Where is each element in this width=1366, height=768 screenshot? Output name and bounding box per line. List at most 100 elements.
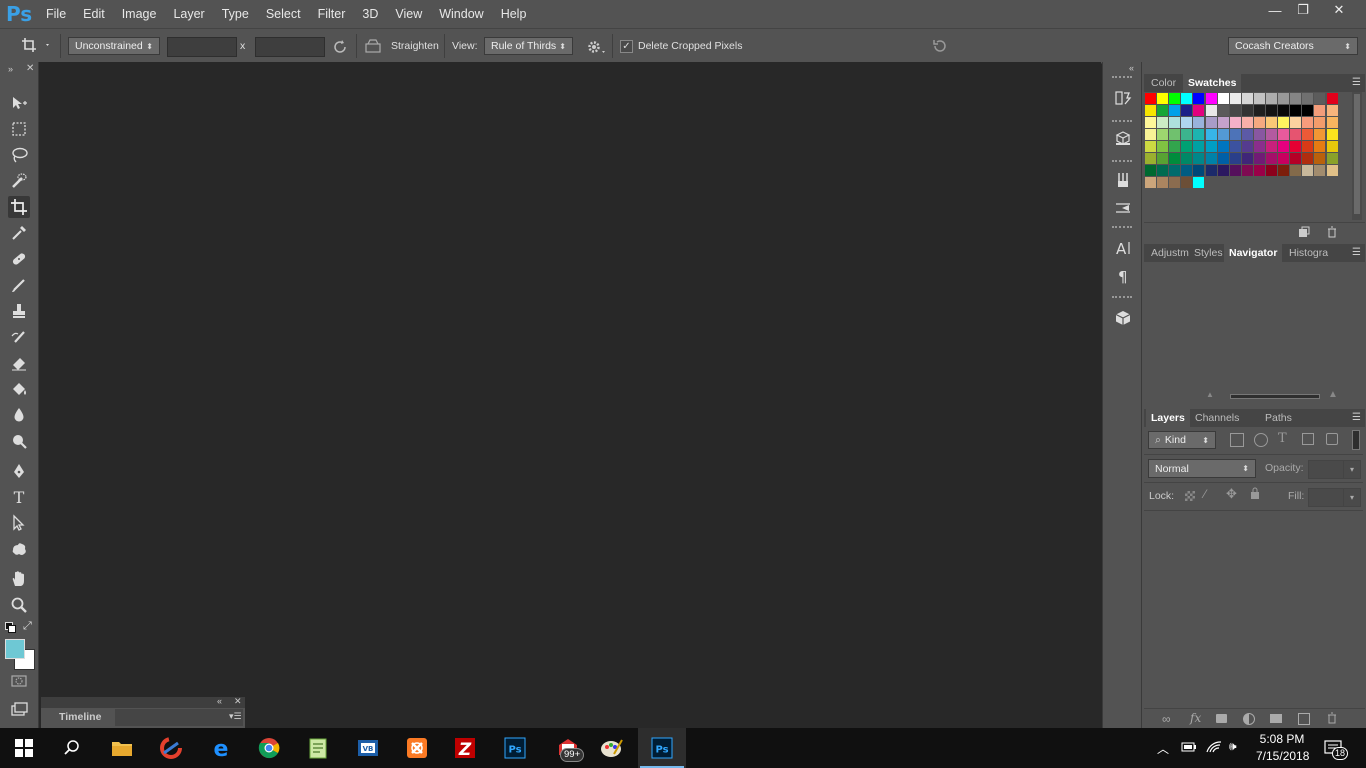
swatch[interactable]	[1290, 129, 1302, 140]
swatch[interactable]	[1217, 93, 1229, 104]
swatch[interactable]	[1326, 105, 1338, 116]
zoom-tool-icon[interactable]	[8, 594, 30, 616]
swatch[interactable]	[1253, 105, 1265, 116]
swatch[interactable]	[1229, 165, 1241, 176]
history-panel-icon[interactable]	[1113, 88, 1133, 108]
swatch[interactable]	[1266, 117, 1277, 128]
swatch[interactable]	[1326, 93, 1338, 104]
swatch[interactable]	[1169, 105, 1181, 116]
swatch[interactable]	[1241, 129, 1253, 140]
tab-swatches[interactable]: Swatches	[1183, 74, 1242, 92]
swatch[interactable]	[1326, 129, 1338, 140]
quick-selection-tool-icon[interactable]	[8, 170, 30, 192]
eyedropper-tool-icon[interactable]	[8, 222, 30, 244]
swatch[interactable]	[1145, 153, 1156, 164]
adjustment-layer-icon[interactable]	[1243, 713, 1255, 725]
menu-help[interactable]: Help	[501, 7, 527, 21]
swatch[interactable]	[1169, 129, 1181, 140]
swatch[interactable]	[1278, 93, 1290, 104]
volume-icon[interactable]: 🕪	[1229, 739, 1237, 754]
pen-tool-icon[interactable]	[8, 460, 30, 482]
close-timeline-icon[interactable]: ✕	[234, 696, 242, 707]
tab-navigator[interactable]: Navigator	[1224, 244, 1283, 262]
dodge-tool-icon[interactable]	[8, 430, 30, 452]
swatch[interactable]	[1157, 93, 1169, 104]
swatch[interactable]	[1217, 153, 1229, 164]
history-brush-tool-icon[interactable]	[8, 326, 30, 348]
menu-filter[interactable]: Filter	[318, 7, 346, 21]
layers-list[interactable]	[1144, 511, 1363, 723]
swatch[interactable]	[1302, 129, 1314, 140]
tab-histogram[interactable]: Histogra	[1284, 244, 1333, 262]
swatch[interactable]	[1157, 141, 1169, 152]
swatch[interactable]	[1145, 141, 1156, 152]
windows-start-icon[interactable]	[10, 734, 38, 762]
swatch[interactable]	[1145, 105, 1156, 116]
swatch[interactable]	[1205, 117, 1217, 128]
ratio-dropdown[interactable]: Unconstrained ⬍	[68, 37, 160, 55]
hand-tool-icon[interactable]	[8, 568, 30, 590]
file-explorer-icon[interactable]	[108, 734, 136, 762]
fill-dropdown-arrow[interactable]: ▾	[1343, 488, 1361, 507]
straighten-icon[interactable]	[364, 38, 382, 56]
swatch[interactable]	[1278, 153, 1290, 164]
swatch[interactable]	[1145, 129, 1156, 140]
shape-filter-icon[interactable]	[1302, 433, 1314, 445]
menu-file[interactable]: File	[46, 7, 66, 21]
clock[interactable]: 5:08 PM 7/15/2018	[1256, 732, 1309, 763]
battery-icon[interactable]	[1181, 741, 1197, 756]
collapse-dock-icon[interactable]: «	[1129, 63, 1134, 73]
swatch[interactable]	[1217, 105, 1229, 116]
eraser-tool-icon[interactable]	[8, 352, 30, 374]
swap-colors-icon[interactable]: ⤢	[23, 620, 32, 633]
swatch[interactable]	[1193, 177, 1205, 188]
swatch[interactable]	[1181, 153, 1193, 164]
swatch[interactable]	[1241, 117, 1253, 128]
swatch[interactable]	[1266, 153, 1277, 164]
swatch[interactable]	[1326, 153, 1338, 164]
swatch[interactable]	[1302, 141, 1314, 152]
swatch[interactable]	[1241, 141, 1253, 152]
panel-menu-icon[interactable]: ☰	[1352, 412, 1361, 423]
close-toolbar-icon[interactable]: ✕	[26, 63, 34, 74]
smart-object-filter-icon[interactable]	[1326, 433, 1338, 445]
swatch[interactable]	[1205, 153, 1217, 164]
swatch[interactable]	[1290, 105, 1302, 116]
collapse-toolbar-icon[interactable]: »	[8, 64, 13, 74]
swatch[interactable]	[1217, 141, 1229, 152]
swatch[interactable]	[1278, 141, 1290, 152]
swatch[interactable]	[1302, 117, 1314, 128]
zoom-in-icon[interactable]: ▲	[1328, 389, 1338, 400]
swatch[interactable]	[1278, 105, 1290, 116]
swatch[interactable]	[1157, 153, 1169, 164]
panel-menu-icon[interactable]: ▾☰	[229, 711, 242, 722]
swatch[interactable]	[1145, 165, 1156, 176]
tab-adjustments[interactable]: Adjustm	[1146, 244, 1194, 262]
swatch[interactable]	[1302, 93, 1314, 104]
swatch[interactable]	[1157, 165, 1169, 176]
foreground-color-swatch[interactable]	[5, 639, 25, 659]
photoshop-taskbar-icon[interactable]: Ps	[501, 734, 529, 762]
swatch[interactable]	[1229, 93, 1241, 104]
swatch[interactable]	[1217, 117, 1229, 128]
move-tool-icon[interactable]	[8, 92, 30, 114]
mail-notification-icon[interactable]: 99+	[550, 734, 586, 762]
swatch[interactable]	[1145, 117, 1156, 128]
filezilla-icon[interactable]: Z	[451, 734, 479, 762]
swatch[interactable]	[1169, 93, 1181, 104]
swatch[interactable]	[1193, 129, 1205, 140]
tab-layers[interactable]: Layers	[1146, 409, 1190, 427]
swatch[interactable]	[1266, 105, 1277, 116]
add-mask-icon[interactable]	[1216, 714, 1227, 723]
crop-tool-icon[interactable]	[8, 196, 30, 218]
swatch[interactable]	[1253, 153, 1265, 164]
edge-browser-icon[interactable]: e	[207, 734, 235, 762]
character-panel-icon[interactable]: A	[1113, 238, 1133, 258]
brush-presets-icon[interactable]	[1113, 170, 1133, 190]
swatch[interactable]	[1205, 141, 1217, 152]
menu-image[interactable]: Image	[122, 7, 157, 21]
tab-color[interactable]: Color	[1146, 74, 1181, 92]
trash-icon[interactable]	[1326, 226, 1338, 241]
swatch[interactable]	[1157, 177, 1169, 188]
paragraph-panel-icon[interactable]: ¶	[1113, 266, 1133, 286]
